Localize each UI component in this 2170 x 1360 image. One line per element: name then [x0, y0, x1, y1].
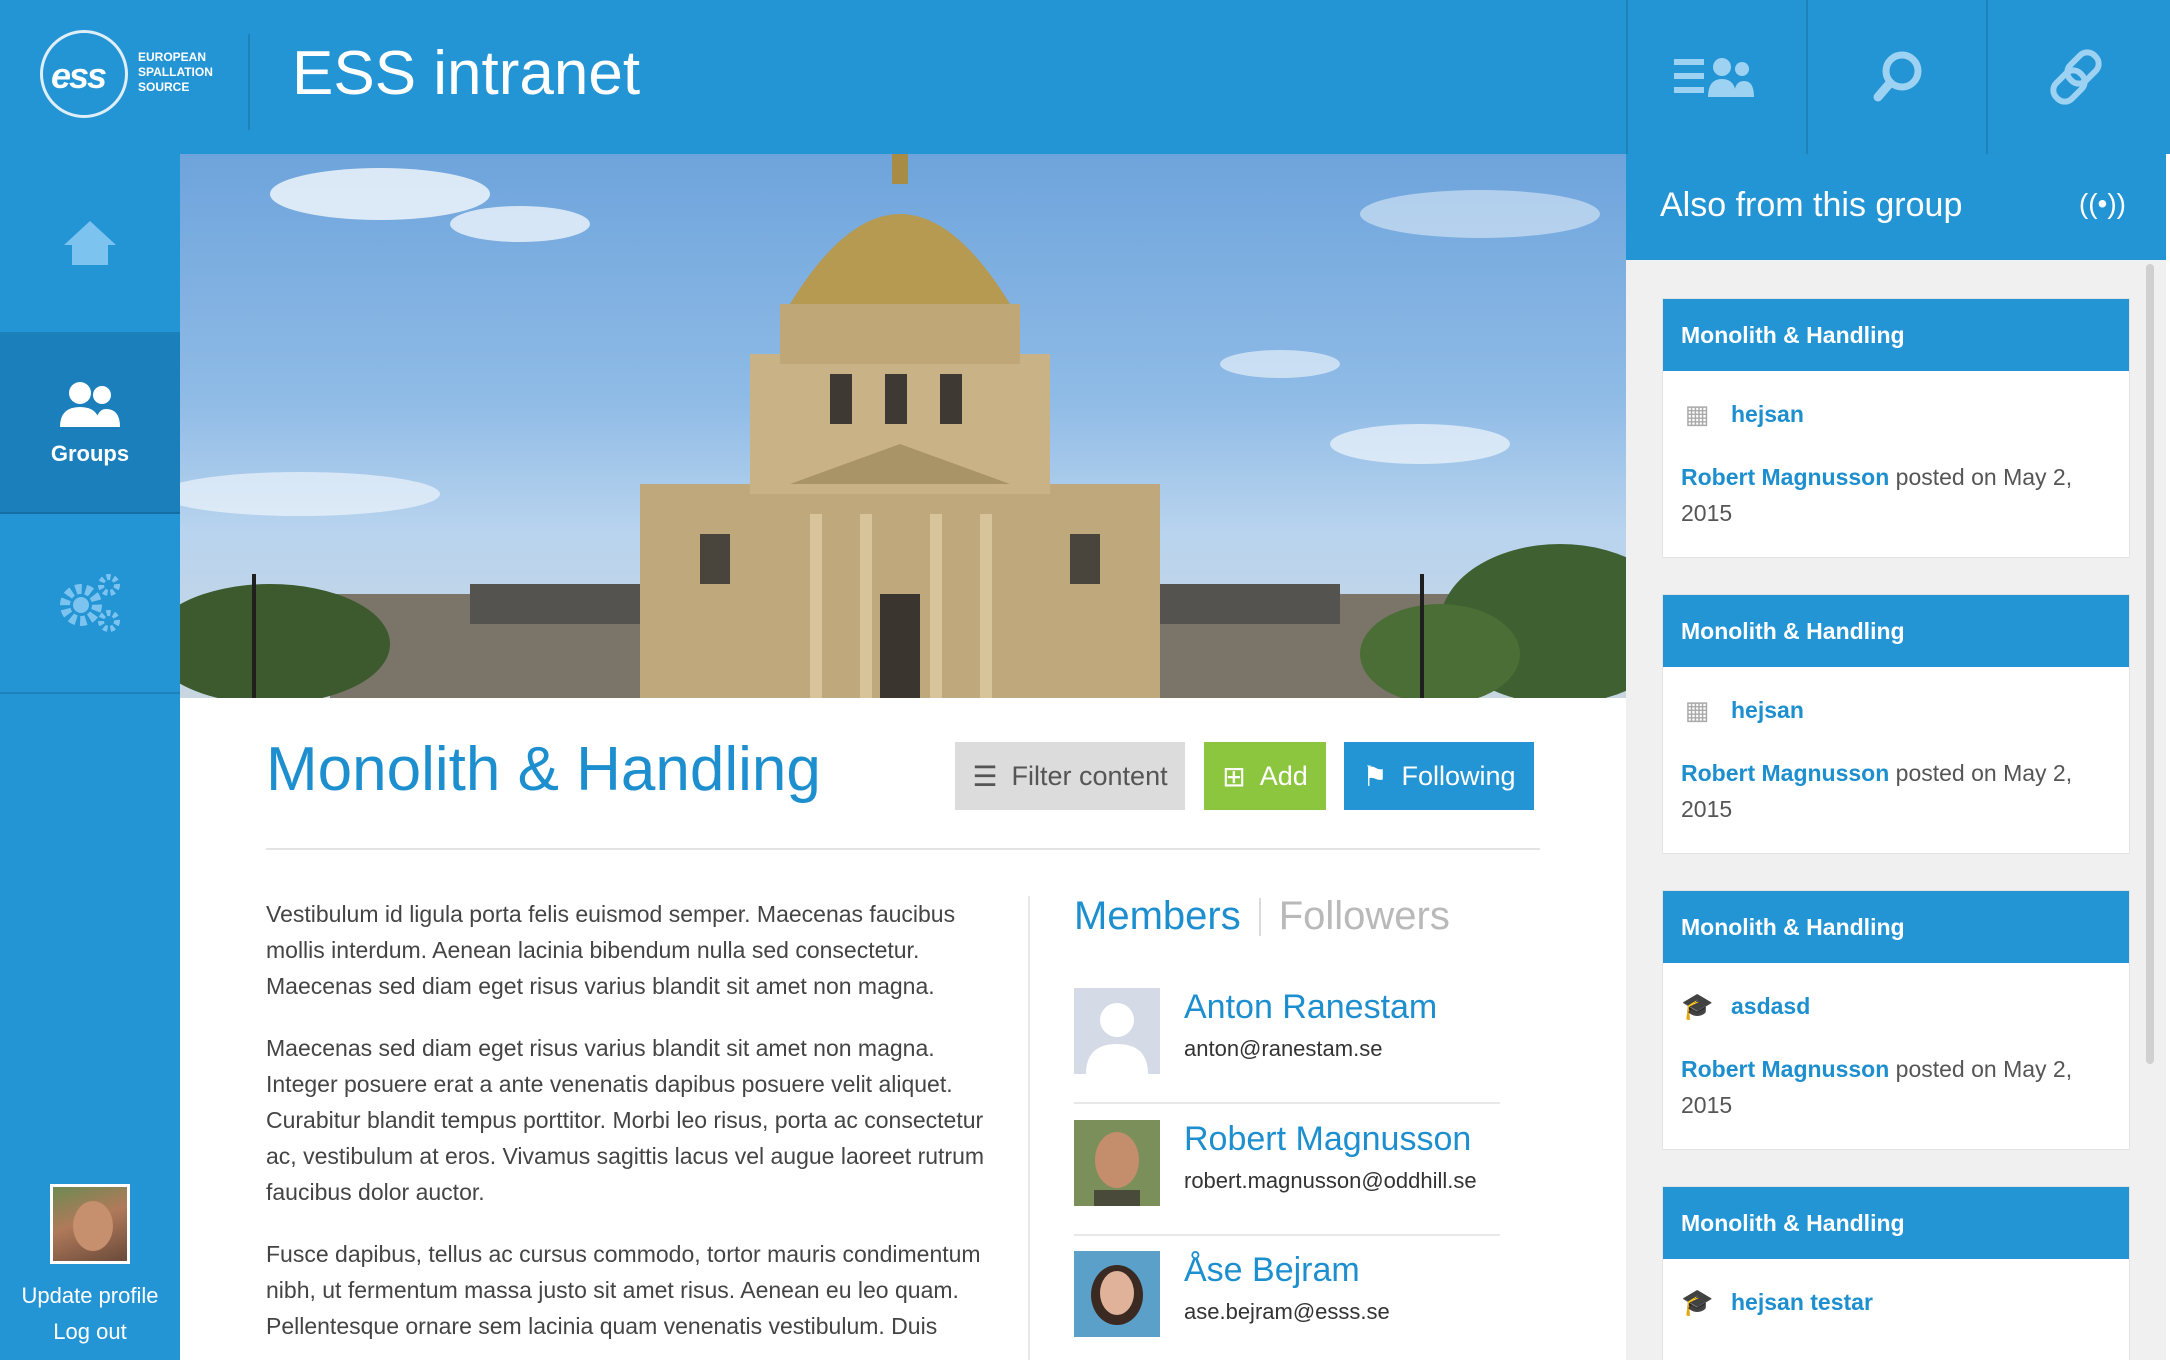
groups-menu-button[interactable] — [1626, 0, 1806, 154]
members-tabs: Members Followers — [1074, 894, 1450, 939]
card-title-link[interactable]: hejsan testar — [1731, 1289, 1873, 1316]
profile-area: Update profile Log out — [0, 1184, 180, 1350]
activity-card: Monolith & Handling ▦ hejsan Robert Magn… — [1662, 594, 2130, 854]
filter-content-button[interactable]: ☰ Filter content — [955, 742, 1185, 810]
card-meta: Robert Magnusson posted on May 2, 2015 — [1681, 459, 2101, 531]
member-name[interactable]: Anton Ranestam — [1184, 988, 1437, 1027]
card-author-link[interactable]: Robert Magnusson — [1681, 464, 1889, 490]
nav-item-settings[interactable] — [0, 514, 180, 694]
column-divider — [1028, 896, 1030, 1360]
logo-text: EUROPEAN SPALLATION SOURCE — [138, 50, 213, 95]
member-divider — [1074, 1234, 1500, 1236]
graduation-cap-icon: 🎓 — [1681, 991, 1714, 1021]
following-label: Following — [1401, 760, 1516, 791]
member-email: robert.magnusson@oddhill.se — [1184, 1168, 1477, 1193]
member-item[interactable]: Anton Ranestam anton@ranestam.se — [1074, 988, 1504, 1118]
calendar-icon: ▦ — [1684, 399, 1710, 429]
member-avatar-placeholder — [1074, 988, 1160, 1074]
nav-item-groups[interactable]: Groups — [0, 334, 180, 514]
logo-mark-text: ess — [51, 55, 107, 96]
update-profile-link[interactable]: Update profile — [0, 1278, 180, 1314]
card-group-name[interactable]: Monolith & Handling — [1663, 595, 2129, 667]
home-icon — [64, 221, 116, 265]
gears-icon — [60, 574, 120, 632]
card-group-name[interactable]: Monolith & Handling — [1663, 891, 2129, 963]
member-name[interactable]: Robert Magnusson — [1184, 1120, 1471, 1159]
card-group-name[interactable]: Monolith & Handling — [1663, 299, 2129, 371]
left-nav: Groups Update profile Log out — [0, 154, 180, 1360]
activity-card: Monolith & Handling ▦ hejsan Robert Magn… — [1662, 298, 2130, 558]
groups-icon — [60, 382, 120, 427]
member-avatar — [1074, 1251, 1160, 1337]
graduation-cap-icon: 🎓 — [1681, 1287, 1714, 1317]
top-bar: ess EUROPEAN SPALLATION SOURCE ESS intra… — [0, 0, 2170, 154]
member-email: ase.bejram@esss.se — [1184, 1299, 1390, 1324]
member-name[interactable]: Åse Bejram — [1184, 1251, 1360, 1290]
filter-content-label: Filter content — [1011, 760, 1168, 791]
nav-item-label: Groups — [50, 441, 130, 466]
card-item: ▦ hejsan — [1681, 399, 1804, 430]
member-avatar — [1074, 1120, 1160, 1206]
hero-building-illustration — [180, 154, 1626, 698]
member-email: anton@ranestam.se — [1184, 1036, 1383, 1061]
panel-header: Also from this group ((•)) — [1626, 154, 2166, 260]
description-paragraph: Vestibulum id ligula porta felis euismod… — [266, 901, 956, 999]
card-author-link[interactable]: Robert Magnusson — [1681, 760, 1889, 786]
group-description: Vestibulum id ligula porta felis euismod… — [266, 896, 996, 1360]
logout-link[interactable]: Log out — [0, 1314, 180, 1350]
filter-icon: ☰ — [972, 760, 998, 792]
card-item: 🎓 asdasd — [1681, 991, 1810, 1022]
card-group-name[interactable]: Monolith & Handling — [1663, 1187, 2129, 1259]
card-meta: Robert Magnusson posted on May 2, 2015 — [1681, 1051, 2101, 1123]
tab-followers[interactable]: Followers — [1279, 894, 1450, 939]
card-item: 🎓 hejsan testar — [1681, 1287, 1873, 1318]
search-icon — [1873, 51, 1922, 102]
card-item: ▦ hejsan — [1681, 695, 1804, 726]
tab-members[interactable]: Members — [1074, 894, 1241, 939]
logo-mark: ess — [40, 30, 128, 118]
card-author-link[interactable]: Robert Magnusson — [1681, 1056, 1889, 1082]
add-button[interactable]: ⊞ Add — [1204, 742, 1326, 810]
calendar-icon: ▦ — [1684, 695, 1710, 725]
group-title: Monolith & Handling — [266, 735, 821, 804]
group-hero-image — [180, 154, 1626, 698]
search-button[interactable] — [1806, 0, 1986, 154]
nav-item-home[interactable] — [0, 154, 180, 334]
logo-line-2: SPALLATION — [138, 65, 213, 79]
link-icon — [2050, 49, 2102, 105]
add-label: Add — [1259, 760, 1308, 791]
user-avatar[interactable] — [50, 1184, 130, 1264]
app-title: ESS intranet — [292, 39, 641, 108]
logo-line-1: EUROPEAN — [138, 50, 207, 64]
ess-logo[interactable]: ess EUROPEAN SPALLATION SOURCE — [40, 26, 220, 126]
activity-card: Monolith & Handling 🎓 asdasd Robert Magn… — [1662, 890, 2130, 1150]
card-meta: Robert Magnusson posted on May 2, 2015 — [1681, 755, 2101, 827]
description-paragraph: Fusce dapibus, tellus ac cursus commodo,… — [266, 1241, 981, 1339]
tab-divider — [1258, 897, 1261, 936]
flag-icon: ⚑ — [1362, 760, 1388, 792]
menu-people-icon — [1674, 58, 1754, 97]
panel-scrollbar[interactable] — [2146, 264, 2154, 1064]
description-paragraph: Maecenas sed diam eget risus varius blan… — [266, 1035, 985, 1205]
logo-line-3: SOURCE — [138, 80, 190, 94]
card-title-link[interactable]: hejsan — [1731, 401, 1804, 428]
activity-card: Monolith & Handling 🎓 hejsan testar — [1662, 1186, 2130, 1360]
topbar-divider — [248, 34, 250, 130]
following-button[interactable]: ⚑ Following — [1344, 742, 1534, 810]
plus-square-icon: ⊞ — [1222, 760, 1246, 792]
broadcast-icon[interactable]: ((•)) — [2079, 188, 2126, 220]
links-button[interactable] — [1986, 0, 2166, 154]
group-main-content: Monolith & Handling ☰ Filter content ⊞ A… — [180, 698, 1626, 1360]
member-item[interactable]: Robert Magnusson robert.magnusson@oddhil… — [1074, 1120, 1504, 1250]
panel-title: Also from this group — [1660, 186, 1963, 224]
card-title-link[interactable]: asdasd — [1731, 993, 1810, 1020]
also-from-group-panel: Also from this group ((•)) Monolith & Ha… — [1626, 154, 2166, 1360]
member-item[interactable]: Åse Bejram ase.bejram@esss.se — [1074, 1251, 1504, 1360]
member-divider — [1074, 1102, 1500, 1104]
title-divider — [266, 848, 1540, 850]
card-title-link[interactable]: hejsan — [1731, 697, 1804, 724]
